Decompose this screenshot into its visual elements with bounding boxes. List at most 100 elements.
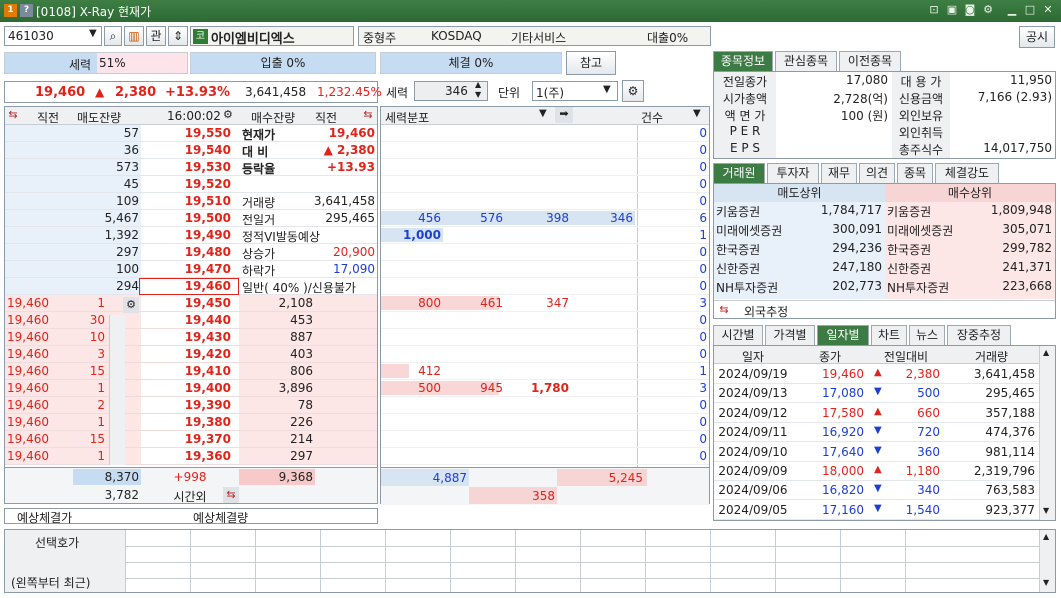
sell-broker-name[interactable]: 신한증권 xyxy=(716,260,806,277)
bid-scrollbar[interactable] xyxy=(109,315,125,465)
ask-price[interactable]: 19,470 xyxy=(141,262,231,276)
daily-row[interactable]: 2024/09/09 18,000 ▲ 1,180 2,319,796 xyxy=(714,462,1039,481)
bid-price[interactable]: 19,430 xyxy=(141,330,231,344)
after-hours-swap-icon[interactable]: ⇆ xyxy=(223,487,239,503)
tab-broker_tabs-4[interactable]: 종목 xyxy=(897,163,933,183)
sell-broker-name[interactable]: 한국증권 xyxy=(716,241,806,258)
bid-row[interactable]: 19,460 2 19,390 78 xyxy=(5,397,377,414)
gear-icon-bid[interactable]: ⚙ xyxy=(123,297,139,313)
ask-row[interactable]: 45 19,520 xyxy=(5,176,377,193)
bid-price[interactable]: 19,420 xyxy=(141,347,231,361)
unit-select[interactable]: 1(주) ▼ xyxy=(532,81,618,101)
bid-price[interactable]: 19,390 xyxy=(141,398,231,412)
spin-up-icon[interactable]: ▲ xyxy=(475,80,481,89)
buy-broker-name[interactable]: 키움증권 xyxy=(887,203,977,220)
tab-broker_tabs-0[interactable]: 거래원 xyxy=(713,163,765,183)
maximize-icon[interactable]: □ xyxy=(1023,3,1037,17)
stock-code-input[interactable]: 461030 ▼ xyxy=(4,26,102,46)
tab-broker_tabs-1[interactable]: 투자자 xyxy=(767,163,819,183)
move-arrow-icon[interactable]: ➡ xyxy=(555,107,573,123)
scroll-up-icon[interactable]: ▲ xyxy=(1043,348,1049,357)
tab-info_tabs-2[interactable]: 이전종목 xyxy=(839,51,901,71)
bid-row[interactable]: 19,460 15 19,410 806 xyxy=(5,363,377,380)
chart-icon[interactable]: ▥ xyxy=(124,26,144,46)
swap-icon[interactable]: ⇆ xyxy=(6,107,20,123)
daily-row[interactable]: 2024/09/12 17,580 ▲ 660 357,188 xyxy=(714,404,1039,423)
bid-price[interactable]: 19,400 xyxy=(141,381,231,395)
daily-row[interactable]: 2024/09/11 16,920 ▼ 720 474,376 xyxy=(714,423,1039,443)
camera-icon[interactable]: ◙ xyxy=(963,3,977,17)
notice-button[interactable]: 공시 xyxy=(1019,26,1055,48)
ask-price[interactable]: 19,530 xyxy=(141,160,231,174)
link-icon[interactable]: ⊡ xyxy=(927,3,941,17)
search-icon[interactable]: ⌕ xyxy=(104,26,122,46)
bid-price[interactable]: 19,410 xyxy=(141,364,231,378)
spin-down-icon[interactable]: ▼ xyxy=(475,90,481,99)
bid-price[interactable]: 19,380 xyxy=(141,415,231,429)
foreign-swap-icon[interactable]: ⇆ xyxy=(716,302,732,318)
daily-row[interactable]: 2024/09/06 16,820 ▼ 340 763,583 xyxy=(714,481,1039,501)
tab-info_tabs-0[interactable]: 종목정보 xyxy=(713,51,773,71)
daily-row[interactable]: 2024/09/19 19,460 ▲ 2,380 3,641,458 xyxy=(714,365,1039,384)
daily-row[interactable]: 2024/09/13 17,080 ▼ 500 295,465 xyxy=(714,384,1039,404)
buy-broker-name[interactable]: 미래에셋증권 xyxy=(887,222,977,239)
buy-broker-name[interactable]: NH투자증권 xyxy=(887,279,977,296)
tab-broker_tabs-5[interactable]: 체결강도 xyxy=(935,163,999,183)
chevron-down-icon[interactable]: ▼ xyxy=(603,84,611,95)
sel-scroll-down-icon[interactable]: ▼ xyxy=(1043,578,1049,587)
ask-price[interactable]: 19,480 xyxy=(141,245,231,259)
lock-icon[interactable]: ▣ xyxy=(945,3,959,17)
ask-price[interactable]: 19,540 xyxy=(141,143,231,157)
bid-row[interactable]: 19,460 1 19,360 297 xyxy=(5,448,377,465)
daily-scrollbar[interactable]: ▲ ▼ xyxy=(1039,346,1055,520)
bid-row[interactable]: 19,460 15 19,370 214 xyxy=(5,431,377,448)
ask-price[interactable]: 19,520 xyxy=(141,177,231,191)
buy-broker-name[interactable]: 한국증권 xyxy=(887,241,977,258)
dropdown-arrow-icon[interactable]: ▼ xyxy=(89,28,97,39)
scroll-down-icon[interactable]: ▼ xyxy=(1043,506,1049,515)
tab-daily_tabs-3[interactable]: 차트 xyxy=(871,325,907,345)
gear-small-icon[interactable]: ⚙ xyxy=(223,108,233,121)
settings-gear-icon[interactable]: ⚙ xyxy=(622,80,644,102)
bid-price[interactable]: 19,440 xyxy=(141,313,231,327)
bid-row[interactable]: 19,460 1 19,450 2,108 xyxy=(5,295,377,312)
daily-row[interactable]: 2024/09/05 17,160 ▼ 1,540 923,377 xyxy=(714,501,1039,520)
seryeok-count-spinner[interactable]: 346 ▲ ▼ xyxy=(414,80,488,101)
scroll-icon[interactable]: ⇕ xyxy=(168,26,188,46)
tab-info_tabs-1[interactable]: 관심종목 xyxy=(775,51,837,71)
count-dropdown-icon[interactable]: ▼ xyxy=(693,108,701,119)
daily-row[interactable]: 2024/09/10 17,640 ▼ 360 981,114 xyxy=(714,443,1039,462)
tab-daily_tabs-0[interactable]: 시간별 xyxy=(713,325,763,345)
gwan-button[interactable]: 관 xyxy=(146,26,166,46)
reference-button[interactable]: 참고 xyxy=(566,51,616,75)
distribution-dropdown-icon[interactable]: ▼ xyxy=(539,108,547,119)
ask-price[interactable]: 19,510 xyxy=(141,194,231,208)
tab-broker_tabs-3[interactable]: 의견 xyxy=(859,163,895,183)
bid-price[interactable]: 19,370 xyxy=(141,432,231,446)
minimize-icon[interactable]: ▁ xyxy=(1005,3,1019,17)
tab-broker_tabs-2[interactable]: 재무 xyxy=(821,163,857,183)
tab-daily_tabs-4[interactable]: 뉴스 xyxy=(909,325,945,345)
sell-broker-name[interactable]: NH투자증권 xyxy=(716,279,806,296)
help-badge[interactable]: ? xyxy=(20,4,33,17)
bid-row[interactable]: 19,460 30 19,440 453 xyxy=(5,312,377,329)
bid-row[interactable]: 19,460 3 19,420 403 xyxy=(5,346,377,363)
tab-daily_tabs-2[interactable]: 일자별 xyxy=(817,325,869,345)
ask-price[interactable]: 19,490 xyxy=(141,228,231,242)
gear-icon[interactable]: ⚙ xyxy=(981,3,995,17)
swap-icon-right[interactable]: ⇆ xyxy=(361,107,375,123)
ask-price[interactable]: 19,500 xyxy=(141,211,231,225)
close-icon[interactable]: ✕ xyxy=(1041,3,1055,17)
bid-price[interactable]: 19,360 xyxy=(141,449,231,463)
tab-daily_tabs-1[interactable]: 가격별 xyxy=(765,325,815,345)
bid-row[interactable]: 19,460 1 19,380 226 xyxy=(5,414,377,431)
buy-broker-name[interactable]: 신한증권 xyxy=(887,260,977,277)
bid-row[interactable]: 19,460 1 19,400 3,896 xyxy=(5,380,377,397)
bid-row[interactable]: 19,460 10 19,430 887 xyxy=(5,329,377,346)
selection-scrollbar[interactable]: ▲ ▼ xyxy=(1039,530,1055,592)
sell-broker-name[interactable]: 키움증권 xyxy=(716,203,806,220)
bid-price[interactable]: 19,450 xyxy=(141,296,231,310)
tab-daily_tabs-5[interactable]: 장중추정 xyxy=(947,325,1011,345)
sell-broker-name[interactable]: 미래에셋증권 xyxy=(716,222,806,239)
sel-scroll-up-icon[interactable]: ▲ xyxy=(1043,532,1049,541)
